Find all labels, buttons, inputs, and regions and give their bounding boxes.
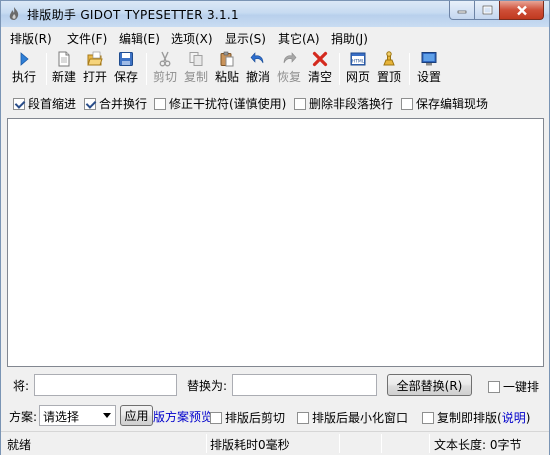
copy-icon: [189, 52, 203, 66]
find-label: 将:: [13, 379, 30, 393]
copy-typeset-checkbox[interactable]: 复制即排版(说明): [422, 409, 530, 426]
menu-options[interactable]: 选项(X): [171, 30, 213, 47]
close-icon: [516, 5, 527, 15]
replace-all-button[interactable]: 全部替换(R): [387, 374, 472, 396]
paste-clipboard-icon: [220, 51, 234, 67]
save-button[interactable]: 保存: [113, 51, 139, 87]
menu-file[interactable]: 文件(F): [67, 30, 107, 47]
plan-select[interactable]: 请选择: [39, 405, 116, 426]
scissors-icon: [159, 51, 171, 67]
close-button[interactable]: [499, 1, 544, 20]
status-divider: [339, 434, 340, 453]
checkbox-checked[interactable]: [84, 97, 96, 110]
options-bar: 段首缩进 合并换行 修正干扰符(谨慎使用) 删除非段落换行 保存编辑现场: [1, 91, 549, 113]
undo-arrow-icon: [250, 52, 264, 64]
replace-bar: 将: 替换为: 全部替换(R) 一键排: [1, 370, 549, 400]
toolbar-separator: [339, 53, 340, 85]
toolbar-separator: [409, 53, 410, 85]
menu-typeset[interactable]: 排版(R): [10, 30, 52, 47]
checkbox-checked[interactable]: [13, 97, 25, 110]
chevron-down-icon: [99, 406, 115, 425]
checkbox-unchecked[interactable]: [401, 97, 413, 110]
red-x-icon: [312, 51, 328, 67]
new-file-icon: [58, 51, 70, 67]
save-disk-icon: [119, 52, 133, 66]
maximize-icon: [482, 5, 492, 15]
apply-button[interactable]: 应用: [120, 405, 153, 426]
redo-arrow-icon: [283, 52, 297, 64]
checkbox-unchecked[interactable]: [422, 411, 434, 424]
paste-button[interactable]: 粘贴: [214, 51, 240, 87]
checkbox-unchecked[interactable]: [488, 380, 500, 393]
monitor-settings-icon: [421, 52, 437, 66]
option-save-session-checkbox[interactable]: 保存编辑现场: [401, 95, 488, 112]
run-button[interactable]: 执行: [11, 51, 37, 87]
open-folder-icon: [87, 51, 103, 66]
text-editor[interactable]: [7, 118, 544, 367]
help-link[interactable]: 说明: [502, 409, 526, 426]
title-bar[interactable]: 排版助手 GIDOT TYPESETTER 3.1.1: [1, 1, 549, 27]
app-flame-icon: [9, 7, 19, 20]
option-remove-nonpara-checkbox[interactable]: 删除非段落换行: [294, 95, 393, 112]
cut-after-typeset-checkbox[interactable]: 排版后剪切: [210, 409, 285, 426]
window-title: 排版助手 GIDOT TYPESETTER 3.1.1: [27, 8, 239, 22]
checkbox-unchecked[interactable]: [294, 97, 306, 110]
status-elapsed: 排版耗时0毫秒: [210, 438, 290, 452]
status-text-length: 文本长度: 0字节: [434, 438, 522, 452]
plan-preview-link[interactable]: 版方案预览: [153, 408, 213, 425]
toolbar: 执行 新建 打开 保存 剪切 复制 粘贴 撤消 恢复 清空 HTML 网页 置顶…: [1, 47, 549, 89]
redo-button[interactable]: 恢复: [276, 51, 302, 87]
replace-label: 替换为:: [187, 379, 228, 393]
svg-text:HTML: HTML: [352, 59, 365, 65]
toolbar-separator: [146, 53, 147, 85]
webpage-button[interactable]: HTML 网页: [345, 51, 371, 87]
settings-button[interactable]: 设置: [416, 51, 442, 87]
plan-label: 方案:: [9, 410, 38, 424]
status-ready: 就绪: [7, 438, 32, 452]
replace-input[interactable]: [232, 374, 377, 396]
plan-bar: 方案: 请选择 应用 版方案预览 排版后剪切 排版后最小化窗口 复制即排版(说明…: [1, 402, 549, 430]
option-merge-lines-checkbox[interactable]: 合并换行: [84, 95, 147, 112]
one-click-checkbox[interactable]: 一键排: [488, 378, 539, 395]
undo-button[interactable]: 撤消: [245, 51, 271, 87]
minimize-icon: [457, 10, 467, 14]
checkbox-unchecked[interactable]: [154, 97, 166, 110]
minimize-after-typeset-checkbox[interactable]: 排版后最小化窗口: [297, 409, 408, 426]
find-input[interactable]: [34, 374, 177, 396]
main-window: 排版助手 GIDOT TYPESETTER 3.1.1 排版(R) 文件(F) …: [0, 0, 550, 455]
menu-edit[interactable]: 编辑(E): [119, 30, 160, 47]
new-button[interactable]: 新建: [51, 51, 77, 87]
play-icon: [20, 52, 29, 66]
status-bar: 就绪 排版耗时0毫秒 文本长度: 0字节: [1, 431, 549, 455]
cut-button[interactable]: 剪切: [152, 51, 178, 87]
html-page-icon: HTML: [350, 52, 366, 66]
menu-other[interactable]: 其它(A): [278, 30, 320, 47]
status-divider: [206, 434, 207, 453]
checkbox-unchecked[interactable]: [297, 411, 309, 424]
pin-top-button[interactable]: 置顶: [376, 51, 402, 87]
menu-display[interactable]: 显示(S): [225, 30, 266, 47]
status-divider: [381, 434, 382, 453]
checkbox-unchecked[interactable]: [210, 411, 222, 424]
menu-donate[interactable]: 捐助(J): [331, 30, 368, 47]
status-divider: [429, 434, 430, 453]
option-fix-interference-checkbox[interactable]: 修正干扰符(谨慎使用): [154, 95, 286, 112]
menu-bar: 排版(R) 文件(F) 编辑(E) 选项(X) 显示(S) 其它(A) 捐助(J…: [1, 27, 549, 47]
pin-top-icon: [383, 51, 395, 66]
minimize-button[interactable]: [449, 1, 475, 20]
maximize-button[interactable]: [474, 1, 500, 20]
clear-button[interactable]: 清空: [307, 51, 333, 87]
copy-button[interactable]: 复制: [183, 51, 209, 87]
option-indent-checkbox[interactable]: 段首缩进: [13, 95, 76, 112]
open-button[interactable]: 打开: [82, 51, 108, 87]
